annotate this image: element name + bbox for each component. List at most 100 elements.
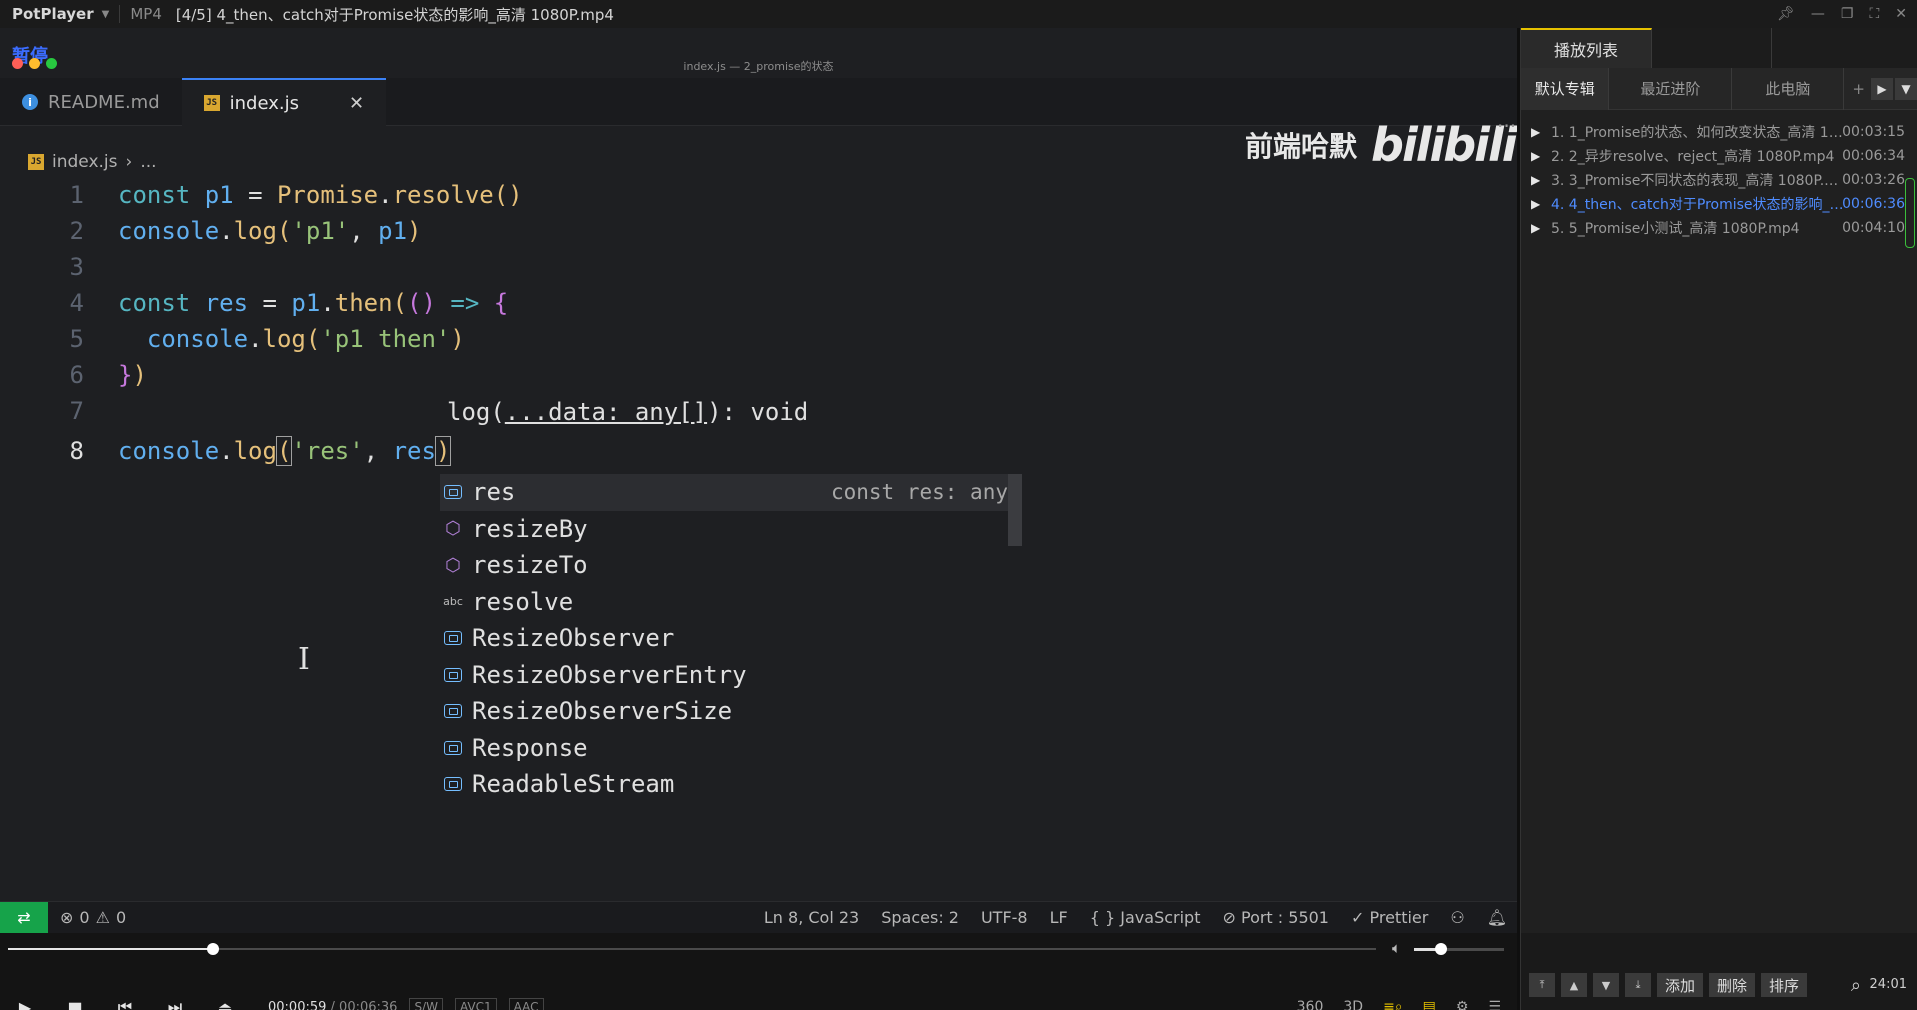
text-cursor-icon: I: [298, 642, 310, 677]
port-label: Port : 5501: [1240, 908, 1329, 927]
suggestion-item[interactable]: ResizeObserverSize: [440, 693, 1022, 730]
breadcrumb-file[interactable]: index.js: [52, 152, 118, 172]
search-list-icon[interactable]: ≡⌕: [1383, 999, 1403, 1010]
play-icon: ▶: [1531, 197, 1541, 211]
eject-icon[interactable]: ⏏: [200, 998, 250, 1010]
suggestion-item[interactable]: ⬡ resizeBy: [440, 511, 1022, 548]
move-top-icon[interactable]: ⤒: [1529, 973, 1555, 997]
add-tab-button[interactable]: +: [1852, 80, 1865, 98]
suggestion-item[interactable]: Response: [440, 730, 1022, 767]
prettier-status[interactable]: ✓ Prettier: [1351, 908, 1428, 927]
move-down-icon[interactable]: ▼: [1593, 973, 1619, 997]
warning-count: 0: [115, 908, 127, 927]
suggestion-item[interactable]: ReadableStream: [440, 766, 1022, 803]
volume-icon[interactable]: 🔈︎: [1392, 939, 1401, 957]
move-bottom-icon[interactable]: ⤓: [1625, 973, 1651, 997]
status-bar: ⇄ ⊗ 0 ⚠ 0 Ln 8, Col 23 Spaces: 2 UTF-8 L…: [0, 901, 1517, 933]
codec-audio[interactable]: AAC: [508, 998, 544, 1010]
indentation[interactable]: Spaces: 2: [881, 908, 959, 927]
line-number: 7: [69, 397, 84, 425]
stop-icon[interactable]: ■: [50, 998, 100, 1010]
bell-icon[interactable]: 🔔︎: [1487, 908, 1507, 927]
title-bar: PotPlayer ▼ MP4 [4/5] 4_then、catch对于Prom…: [0, 0, 1917, 28]
cursor-position[interactable]: Ln 8, Col 23: [764, 908, 859, 927]
suggestion-item[interactable]: ResizeObserver: [440, 620, 1022, 657]
play-icon[interactable]: ▶: [0, 998, 50, 1010]
language-mode[interactable]: { } JavaScript: [1090, 908, 1201, 927]
video-area[interactable]: 暂停 index.js — 2_promise的状态 i README.md J…: [0, 28, 1517, 933]
playlist-scrollbar[interactable]: [1905, 178, 1915, 248]
minimize-icon[interactable]: —: [1811, 6, 1825, 22]
restore-icon[interactable]: ❐: [1841, 6, 1854, 22]
braces-icon: { }: [1089, 908, 1116, 927]
playlist-album-tabs: 默认专辑 最近进阶 此电脑 + ▶ ▼: [1521, 67, 1917, 110]
window-controls: 📌︎ — ❐ ⛶ ✕: [1777, 0, 1907, 28]
tab-default-album[interactable]: 默认专辑: [1521, 67, 1610, 110]
time-display[interactable]: 00:00:59 / 00:06:36: [268, 1000, 397, 1010]
accounts-icon[interactable]: ⚇: [1450, 908, 1464, 927]
variable-icon: [442, 481, 464, 503]
watermark: 前端哈默 bilibili: [1245, 118, 1517, 172]
app-menu-button[interactable]: PotPlayer ▼: [0, 5, 109, 23]
playlist-item[interactable]: ▶ 1. 1_Promise的状态、如何改变状态_高清 1080P.mp4 00…: [1521, 120, 1917, 144]
playlist-item-current[interactable]: ▶ 4. 4_then、catch对于Promise状态的影响_高清 1080P…: [1521, 192, 1917, 216]
line-number: 2: [69, 217, 84, 245]
close-icon[interactable]: ✕: [1895, 6, 1907, 22]
playlist-blank-tab[interactable]: [1652, 28, 1772, 68]
suggestion-item[interactable]: ⬡ resizeTo: [440, 547, 1022, 584]
remote-icon[interactable]: ⇄: [0, 901, 48, 933]
suggestion-item[interactable]: abc resolve: [440, 584, 1022, 621]
playlist-item[interactable]: ▶ 3. 3_Promise不同状态的表现_高清 1080P.mp4 00:03…: [1521, 168, 1917, 192]
play-icon: ▶: [1531, 125, 1541, 139]
menu-icon[interactable]: ☰: [1488, 999, 1501, 1010]
delete-button[interactable]: 删除: [1709, 973, 1756, 997]
line-ending[interactable]: LF: [1050, 908, 1068, 927]
breadcrumb-rest[interactable]: ...: [140, 152, 156, 172]
suggestion-label: resizeBy: [472, 514, 588, 543]
suggestion-label: resizeTo: [472, 551, 588, 580]
vr-360-button[interactable]: 360: [1297, 999, 1324, 1010]
playlist-title-tab[interactable]: 播放列表: [1521, 28, 1652, 68]
sort-button[interactable]: 排序: [1761, 973, 1808, 997]
live-server-port[interactable]: ⊘ Port : 5501: [1222, 908, 1329, 927]
pin-icon[interactable]: 📌︎: [1777, 6, 1795, 22]
play-icon: ▶: [1531, 149, 1541, 163]
gear-icon[interactable]: ⚙: [1456, 999, 1469, 1010]
autocomplete-scrollbar[interactable]: [1008, 474, 1022, 546]
chevron-right-icon: ›: [125, 152, 133, 172]
move-up-icon[interactable]: ▲: [1561, 973, 1587, 997]
playlist-item[interactable]: ▶ 2. 2_异步resolve、reject_高清 1080P.mp4 00:…: [1521, 144, 1917, 168]
suggestion-item[interactable]: res const res: any: [440, 474, 1022, 511]
chevron-right-icon[interactable]: ▶: [1871, 77, 1893, 100]
fullscreen-icon[interactable]: ⛶: [1869, 6, 1879, 22]
bilibili-logo: bilibili: [1371, 118, 1517, 172]
tab-this-pc[interactable]: 此电脑: [1732, 67, 1845, 110]
volume-slider[interactable]: [1414, 943, 1504, 955]
search-icon[interactable]: ⌕: [1851, 975, 1861, 996]
tab-recent[interactable]: 最近进阶: [1609, 67, 1733, 110]
chevron-down-icon[interactable]: ▼: [1895, 77, 1917, 100]
subtitle-icon[interactable]: ▤: [1423, 999, 1436, 1010]
add-button[interactable]: 添加: [1657, 973, 1704, 997]
suggestion-item[interactable]: ResizeObserverEntry: [440, 657, 1022, 694]
problems-indicator[interactable]: ⊗ 0 ⚠ 0: [60, 908, 126, 927]
suggestion-label: Response: [472, 733, 588, 762]
next-icon[interactable]: ⏭: [150, 997, 200, 1010]
previous-icon[interactable]: ⏮: [100, 997, 150, 1010]
tab-index-js[interactable]: JS index.js ✕: [181, 78, 387, 126]
parameter-hint: log(...data: any[]): void: [447, 398, 808, 426]
close-tab-icon[interactable]: ✕: [349, 93, 364, 114]
3d-button[interactable]: 3D: [1343, 999, 1363, 1010]
codec-sw[interactable]: S/W: [409, 998, 443, 1010]
playlist-item[interactable]: ▶ 5. 5_Promise小测试_高清 1080P.mp4 00:04:10: [1521, 216, 1917, 240]
codec-video[interactable]: AVC1: [454, 998, 497, 1010]
encoding[interactable]: UTF-8: [981, 908, 1028, 927]
seek-bar[interactable]: [8, 943, 1376, 955]
tab-label: index.js: [229, 92, 299, 114]
volume-handle[interactable]: [1435, 943, 1447, 955]
hint-return: ): void: [707, 398, 809, 426]
tab-readme[interactable]: i README.md: [0, 78, 182, 126]
seek-handle[interactable]: [207, 943, 220, 955]
item-duration: 00:06:34: [1842, 148, 1905, 164]
more-actions-icon[interactable]: ···: [1497, 114, 1516, 138]
